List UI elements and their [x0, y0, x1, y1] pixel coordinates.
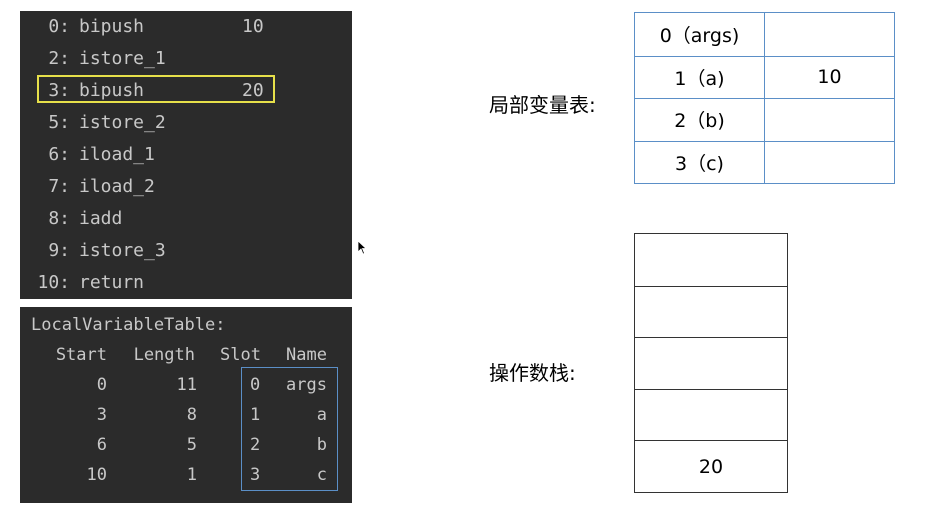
operand-stack: 20 [634, 233, 788, 493]
lvt-cell: 5 [186, 435, 197, 455]
bytecode-operand: 20 [242, 80, 264, 101]
local-var-slot: 3（c) [635, 140, 765, 183]
local-var-slot: 0（args) [635, 13, 765, 56]
local-vars-label: 局部变量表: [489, 93, 596, 117]
lvt-cell: 0 [96, 375, 107, 395]
mouse-cursor-icon [357, 240, 367, 255]
lvt-header-length: Length [133, 345, 195, 365]
local-variable-table-panel: LocalVariableTable: Start Length Slot Name 0… [20, 307, 352, 503]
bytecode-line: 3: bipush 20 [20, 75, 352, 107]
lvt-cell: 1 [186, 465, 197, 485]
operand-stack-label: 操作数栈: [489, 361, 576, 385]
lvt-cell: 6 [96, 435, 107, 455]
bytecode-line: 0: bipush 10 [20, 11, 352, 43]
bytecode-line: 9: istore_3 [20, 235, 352, 267]
lvt-header-start: Start [55, 345, 107, 365]
lvt-cell: args [286, 375, 327, 395]
bytecode-opcode: return [79, 272, 145, 293]
stack-slot [635, 285, 787, 338]
lvt-cell: 8 [186, 405, 197, 425]
lvt-cell: 3 [250, 465, 261, 485]
local-var-value [765, 140, 894, 184]
local-var-value [765, 98, 894, 141]
lvt-cell: c [316, 465, 327, 485]
bytecode-opcode: bipush [79, 16, 145, 37]
bytecode-line: 8: iadd [20, 203, 352, 235]
lvt-header-name: Name [286, 345, 327, 365]
lvt-title: LocalVariableTable: [31, 315, 226, 335]
bytecode-opcode: bipush [79, 80, 145, 101]
bytecode-opcode: iadd [79, 208, 123, 229]
lvt-cell: b [316, 435, 327, 455]
bytecode-index: 3: [48, 80, 70, 101]
bytecode-panel: 0: bipush 10 2: istore_1 3: bipush 20 5: istore_2… [20, 11, 352, 299]
lvt-cell: a [316, 405, 327, 425]
bytecode-index: 2: [48, 48, 70, 69]
stack-slot: 20 [635, 440, 787, 492]
local-var-value [765, 13, 894, 56]
bytecode-line: 10: return [20, 267, 352, 299]
stack-slot [635, 388, 787, 441]
bytecode-opcode: iload_2 [79, 176, 155, 197]
bytecode-line: 2: istore_1 [20, 43, 352, 75]
local-var-value: 10 [765, 55, 894, 99]
bytecode-line: 5: istore_2 [20, 107, 352, 139]
bytecode-index: 8: [48, 208, 70, 229]
bytecode-line: 6: iload_1 [20, 139, 352, 171]
bytecode-opcode: istore_3 [79, 240, 166, 261]
bytecode-index: 7: [48, 176, 70, 197]
lvt-cell: 11 [176, 375, 197, 395]
bytecode-opcode: istore_1 [79, 48, 166, 69]
bytecode-index: 0: [48, 16, 70, 37]
lvt-header-slot: Slot [220, 345, 261, 365]
stack-slot [635, 337, 787, 389]
bytecode-index: 10: [37, 272, 70, 293]
stack-slot [635, 234, 787, 286]
lvt-cell: 3 [96, 405, 107, 425]
lvt-cell: 2 [250, 435, 261, 455]
bytecode-opcode: iload_1 [79, 144, 155, 165]
bytecode-operand: 10 [242, 16, 264, 37]
local-var-slot: 2（b) [635, 98, 765, 141]
bytecode-index: 9: [48, 240, 70, 261]
bytecode-index: 5: [48, 112, 70, 133]
lvt-cell: 10 [86, 465, 107, 485]
local-var-slot: 1（a) [635, 55, 765, 98]
local-vars-table: 0（args) 1（a) 10 2（b) 3（c) [634, 12, 895, 184]
bytecode-index: 6: [48, 144, 70, 165]
bytecode-opcode: istore_2 [79, 112, 166, 133]
bytecode-line: 7: iload_2 [20, 171, 352, 203]
lvt-cell: 1 [250, 405, 261, 425]
lvt-cell: 0 [250, 375, 261, 395]
